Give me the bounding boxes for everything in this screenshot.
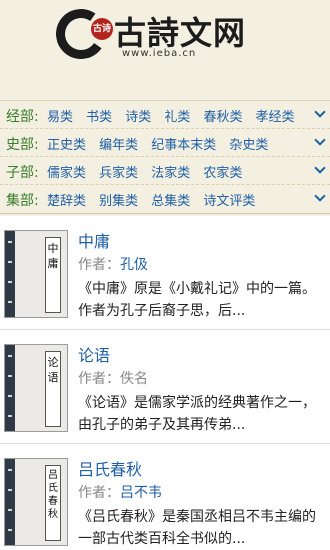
book-title[interactable]: 论语: [78, 342, 110, 366]
author-name: 佚名: [120, 371, 148, 387]
list-item[interactable]: 论语 论语 作者：佚名 《论语》是儒家学派的经典著作之一，由孔子的弟子及其再传弟…: [0, 330, 330, 444]
book-description: 《中庸》原是《小戴礼记》中的一篇。作者为孔子后裔子思，后...: [78, 281, 316, 319]
app-header: 古诗 古詩文网 www.ieba.cn: [0, 0, 330, 92]
book-author: 作者：孔伋: [78, 257, 148, 273]
category-item[interactable]: 别集类: [99, 190, 138, 209]
logo-seal: 古诗: [91, 18, 113, 40]
chevron-down-icon[interactable]: [314, 190, 326, 202]
category-item[interactable]: 编年类: [99, 134, 138, 153]
category-label: 子部:: [6, 165, 39, 181]
book-description: 《吕氏春秋》是秦国丞相吕不韦主编的一部古代类百科全书似的...: [78, 509, 316, 547]
category-label: 史部:: [6, 137, 39, 153]
logo-url: www.ieba.cn: [122, 48, 197, 59]
category-item[interactable]: 书类: [86, 106, 112, 125]
category-item[interactable]: 总集类: [151, 190, 190, 209]
category-item[interactable]: 礼类: [164, 106, 190, 125]
chevron-down-icon[interactable]: [314, 162, 326, 174]
category-label: 集部:: [6, 193, 39, 209]
author-name[interactable]: 孔伋: [120, 257, 148, 273]
category-item[interactable]: 儒家类: [47, 162, 86, 181]
category-item[interactable]: 杂史类: [229, 134, 268, 153]
book-cover-label: 中庸: [45, 237, 61, 313]
category-item[interactable]: 春秋类: [203, 106, 242, 125]
category-label: 经部:: [6, 109, 39, 125]
category-item[interactable]: 易类: [47, 106, 73, 125]
category-row-shi: 史部: 正史类 编年类 纪事本末类 杂史类: [0, 129, 330, 157]
author-name[interactable]: 吕不韦: [120, 485, 162, 501]
book-cover-label: 论语: [45, 351, 61, 427]
book-cover: 中庸: [4, 230, 68, 318]
book-title[interactable]: 吕氏春秋: [78, 456, 142, 480]
category-item[interactable]: 正史类: [47, 134, 86, 153]
book-description: 《论语》是儒家学派的经典著作之一，由孔子的弟子及其再传弟...: [78, 395, 316, 433]
book-cover: 论语: [4, 344, 68, 432]
category-item[interactable]: 诗文评类: [203, 190, 255, 209]
category-item[interactable]: 兵家类: [99, 162, 138, 181]
chevron-down-icon[interactable]: [314, 106, 326, 118]
book-author: 作者：佚名: [78, 371, 148, 387]
book-author: 作者：吕不韦: [78, 485, 162, 501]
book-list: 中庸 中庸 作者：孔伋 《中庸》原是《小戴礼记》中的一篇。作者为孔子后裔子思，后…: [0, 216, 330, 550]
category-item[interactable]: 纪事本末类: [151, 134, 216, 153]
chevron-down-icon[interactable]: [314, 134, 326, 146]
book-cover: 吕氏春秋: [4, 458, 68, 546]
category-row-ji: 集部: 楚辞类 别集类 总集类 诗文评类: [0, 185, 330, 213]
category-item[interactable]: 楚辞类: [47, 190, 86, 209]
book-cover-label: 吕氏春秋: [45, 465, 61, 541]
category-item[interactable]: 孝经类: [256, 106, 295, 125]
category-panel: 经部: 易类 书类 诗类 礼类 春秋类 孝经类 史部: 正史类 编年类 纪事本末…: [0, 100, 330, 214]
category-item[interactable]: 诗类: [125, 106, 151, 125]
book-title[interactable]: 中庸: [78, 228, 110, 252]
category-item[interactable]: 农家类: [203, 162, 242, 181]
category-row-zi: 子部: 儒家类 兵家类 法家类 农家类: [0, 157, 330, 185]
list-item[interactable]: 吕氏春秋 吕氏春秋 作者：吕不韦 《吕氏春秋》是秦国丞相吕不韦主编的一部古代类百…: [0, 444, 330, 550]
list-item[interactable]: 中庸 中庸 作者：孔伋 《中庸》原是《小戴礼记》中的一篇。作者为孔子后裔子思，后…: [0, 216, 330, 330]
category-item[interactable]: 法家类: [151, 162, 190, 181]
category-row-jing: 经部: 易类 书类 诗类 礼类 春秋类 孝经类: [0, 101, 330, 129]
